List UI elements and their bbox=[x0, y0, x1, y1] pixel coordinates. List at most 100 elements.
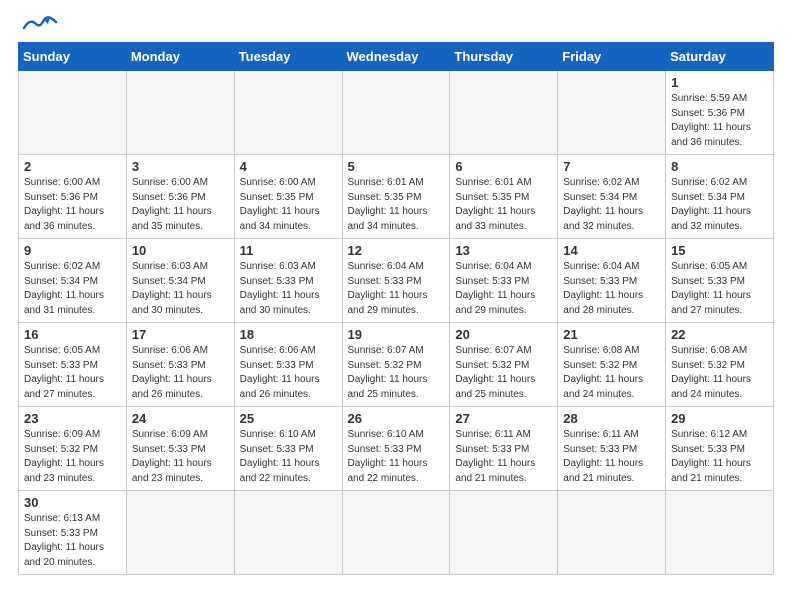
week-row-2: 9 Sunrise: 6:02 AM Sunset: 5:34 PM Daylig… bbox=[19, 239, 774, 323]
day-number: 9 bbox=[24, 243, 121, 258]
day-number: 10 bbox=[132, 243, 229, 258]
calendar-cell: 16Sunrise: 6:05 AM Sunset: 5:33 PM Dayli… bbox=[19, 323, 127, 407]
calendar-cell: 19 Sunrise: 6:07 AM Sunset: 5:32 PM Dayli… bbox=[342, 323, 450, 407]
day-info: Sunrise: 6:07 AM Sunset: 5:32 PM Dayligh… bbox=[348, 344, 445, 402]
day-info: Sunrise: 6:06 AM Sunset: 5:33 PM Dayligh… bbox=[240, 344, 337, 402]
calendar-cell: 17 Sunrise: 6:06 AM Sunset: 5:33 PM Dayli… bbox=[126, 323, 234, 407]
calendar-cell bbox=[450, 491, 558, 575]
day-info: Sunrise: 6:03 AM Sunset: 5:34 PM Dayligh… bbox=[132, 260, 229, 318]
header bbox=[18, 18, 774, 36]
day-info: Sunrise: 6:06 AM Sunset: 5:33 PM Dayligh… bbox=[132, 344, 229, 402]
day-number: 24 bbox=[132, 411, 229, 426]
calendar-cell bbox=[342, 71, 450, 155]
calendar-cell: 27 Sunrise: 6:11 AM Sunset: 5:33 PM Dayli… bbox=[450, 407, 558, 491]
day-number: 25 bbox=[240, 411, 337, 426]
day-number: 14 bbox=[563, 243, 660, 258]
calendar-cell: 29 Sunrise: 6:12 AM Sunset: 5:33 PM Dayli… bbox=[666, 407, 774, 491]
day-info: Sunrise: 6:01 AM Sunset: 5:35 PM Dayligh… bbox=[348, 176, 445, 234]
day-number: 15 bbox=[671, 243, 768, 258]
calendar-cell: 30 Sunrise: 6:13 AM Sunset: 5:33 PM Dayli… bbox=[19, 491, 127, 575]
weekday-header-tuesday: Tuesday bbox=[234, 43, 342, 71]
day-info: Sunrise: 6:07 AM Sunset: 5:32 PM Dayligh… bbox=[455, 344, 552, 402]
day-info: Sunrise: 6:10 AM Sunset: 5:33 PM Dayligh… bbox=[348, 428, 445, 486]
calendar-cell: 1 Sunrise: 5:59 AM Sunset: 5:36 PM Daylig… bbox=[666, 71, 774, 155]
day-info: Sunrise: 6:04 AM Sunset: 5:33 PM Dayligh… bbox=[563, 260, 660, 318]
day-info: Sunrise: 6:04 AM Sunset: 5:33 PM Dayligh… bbox=[348, 260, 445, 318]
day-info: Sunrise: 6:00 AM Sunset: 5:36 PM Dayligh… bbox=[24, 176, 121, 234]
calendar-cell: 3 Sunrise: 6:00 AM Sunset: 5:36 PM Daylig… bbox=[126, 155, 234, 239]
calendar-cell bbox=[558, 71, 666, 155]
day-number: 6 bbox=[455, 159, 552, 174]
day-number: 21 bbox=[563, 327, 660, 342]
week-row-3: 16Sunrise: 6:05 AM Sunset: 5:33 PM Dayli… bbox=[19, 323, 774, 407]
logo bbox=[18, 18, 58, 36]
day-number: 23 bbox=[24, 411, 121, 426]
calendar-cell: 2Sunrise: 6:00 AM Sunset: 5:36 PM Daylig… bbox=[19, 155, 127, 239]
day-number: 20 bbox=[455, 327, 552, 342]
day-number: 1 bbox=[671, 75, 768, 90]
calendar-cell: 7Sunrise: 6:02 AM Sunset: 5:34 PM Daylig… bbox=[558, 155, 666, 239]
day-number: 5 bbox=[348, 159, 445, 174]
calendar-cell: 9 Sunrise: 6:02 AM Sunset: 5:34 PM Daylig… bbox=[19, 239, 127, 323]
day-info: Sunrise: 6:00 AM Sunset: 5:36 PM Dayligh… bbox=[132, 176, 229, 234]
day-number: 26 bbox=[348, 411, 445, 426]
calendar-cell: 12 Sunrise: 6:04 AM Sunset: 5:33 PM Dayli… bbox=[342, 239, 450, 323]
calendar-cell bbox=[558, 491, 666, 575]
weekday-header-monday: Monday bbox=[126, 43, 234, 71]
day-number: 22 bbox=[671, 327, 768, 342]
day-info: Sunrise: 6:02 AM Sunset: 5:34 PM Dayligh… bbox=[24, 260, 121, 318]
day-number: 29 bbox=[671, 411, 768, 426]
day-number: 19 bbox=[348, 327, 445, 342]
calendar-cell: 10 Sunrise: 6:03 AM Sunset: 5:34 PM Dayli… bbox=[126, 239, 234, 323]
calendar-cell: 8 Sunrise: 6:02 AM Sunset: 5:34 PM Daylig… bbox=[666, 155, 774, 239]
calendar-cell bbox=[342, 491, 450, 575]
day-number: 28 bbox=[563, 411, 660, 426]
calendar-cell bbox=[126, 491, 234, 575]
calendar-cell: 21Sunrise: 6:08 AM Sunset: 5:32 PM Dayli… bbox=[558, 323, 666, 407]
calendar-cell: 26 Sunrise: 6:10 AM Sunset: 5:33 PM Dayli… bbox=[342, 407, 450, 491]
day-number: 7 bbox=[563, 159, 660, 174]
day-info: Sunrise: 6:05 AM Sunset: 5:33 PM Dayligh… bbox=[671, 260, 768, 318]
day-number: 12 bbox=[348, 243, 445, 258]
day-info: Sunrise: 6:03 AM Sunset: 5:33 PM Dayligh… bbox=[240, 260, 337, 318]
calendar-cell: 28 Sunrise: 6:11 AM Sunset: 5:33 PM Dayli… bbox=[558, 407, 666, 491]
calendar-cell: 15 Sunrise: 6:05 AM Sunset: 5:33 PM Dayli… bbox=[666, 239, 774, 323]
calendar-cell bbox=[19, 71, 127, 155]
week-row-0: 1 Sunrise: 5:59 AM Sunset: 5:36 PM Daylig… bbox=[19, 71, 774, 155]
week-row-1: 2Sunrise: 6:00 AM Sunset: 5:36 PM Daylig… bbox=[19, 155, 774, 239]
day-info: Sunrise: 6:11 AM Sunset: 5:33 PM Dayligh… bbox=[563, 428, 660, 486]
day-info: Sunrise: 6:09 AM Sunset: 5:32 PM Dayligh… bbox=[24, 428, 121, 486]
logo-bird-icon bbox=[22, 14, 58, 36]
calendar-cell: 20 Sunrise: 6:07 AM Sunset: 5:32 PM Dayli… bbox=[450, 323, 558, 407]
day-info: Sunrise: 6:02 AM Sunset: 5:34 PM Dayligh… bbox=[671, 176, 768, 234]
calendar-cell bbox=[450, 71, 558, 155]
day-info: Sunrise: 6:12 AM Sunset: 5:33 PM Dayligh… bbox=[671, 428, 768, 486]
calendar-cell: 24Sunrise: 6:09 AM Sunset: 5:33 PM Dayli… bbox=[126, 407, 234, 491]
day-number: 30 bbox=[24, 495, 121, 510]
weekday-header-friday: Friday bbox=[558, 43, 666, 71]
day-number: 11 bbox=[240, 243, 337, 258]
calendar-cell: 22Sunrise: 6:08 AM Sunset: 5:32 PM Dayli… bbox=[666, 323, 774, 407]
calendar-cell bbox=[234, 71, 342, 155]
day-info: Sunrise: 6:04 AM Sunset: 5:33 PM Dayligh… bbox=[455, 260, 552, 318]
day-info: Sunrise: 6:11 AM Sunset: 5:33 PM Dayligh… bbox=[455, 428, 552, 486]
calendar-cell: 5 Sunrise: 6:01 AM Sunset: 5:35 PM Daylig… bbox=[342, 155, 450, 239]
calendar-cell: 6Sunrise: 6:01 AM Sunset: 5:35 PM Daylig… bbox=[450, 155, 558, 239]
day-number: 17 bbox=[132, 327, 229, 342]
day-number: 3 bbox=[132, 159, 229, 174]
week-row-5: 30 Sunrise: 6:13 AM Sunset: 5:33 PM Dayli… bbox=[19, 491, 774, 575]
day-info: Sunrise: 6:13 AM Sunset: 5:33 PM Dayligh… bbox=[24, 512, 121, 570]
day-info: Sunrise: 6:00 AM Sunset: 5:35 PM Dayligh… bbox=[240, 176, 337, 234]
calendar-cell: 14 Sunrise: 6:04 AM Sunset: 5:33 PM Dayli… bbox=[558, 239, 666, 323]
weekday-header-thursday: Thursday bbox=[450, 43, 558, 71]
day-number: 27 bbox=[455, 411, 552, 426]
day-info: Sunrise: 6:10 AM Sunset: 5:33 PM Dayligh… bbox=[240, 428, 337, 486]
day-number: 8 bbox=[671, 159, 768, 174]
weekday-header-row: SundayMondayTuesdayWednesdayThursdayFrid… bbox=[19, 43, 774, 71]
day-number: 4 bbox=[240, 159, 337, 174]
calendar-cell: 25 Sunrise: 6:10 AM Sunset: 5:33 PM Dayli… bbox=[234, 407, 342, 491]
day-info: Sunrise: 5:59 AM Sunset: 5:36 PM Dayligh… bbox=[671, 92, 768, 150]
calendar-cell bbox=[234, 491, 342, 575]
week-row-4: 23 Sunrise: 6:09 AM Sunset: 5:32 PM Dayli… bbox=[19, 407, 774, 491]
calendar-cell: 4 Sunrise: 6:00 AM Sunset: 5:35 PM Daylig… bbox=[234, 155, 342, 239]
